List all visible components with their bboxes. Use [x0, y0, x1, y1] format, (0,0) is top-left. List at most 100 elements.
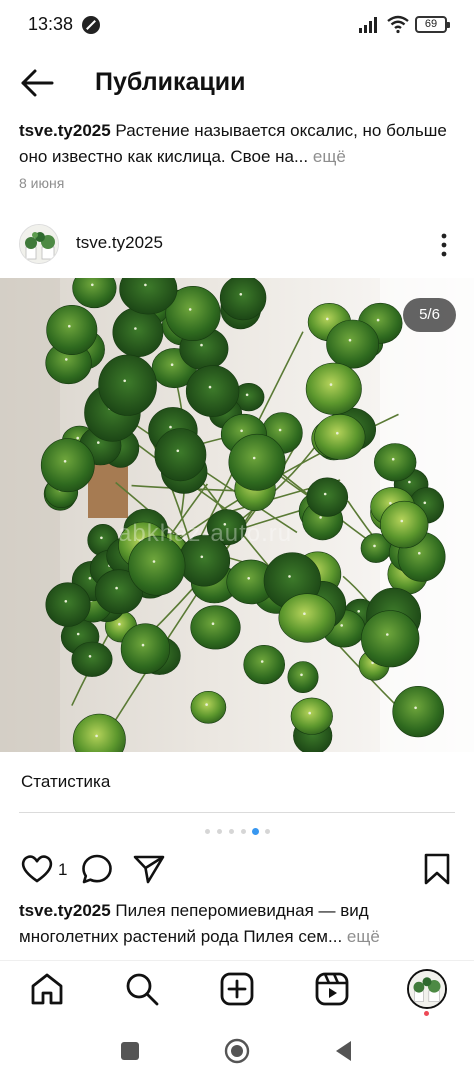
- leaf-spot: [288, 575, 291, 578]
- leaf-spot: [300, 673, 303, 677]
- post-actions: 1: [0, 850, 474, 890]
- watermark: abkhaz-auto.ru: [118, 520, 293, 547]
- leaf-spot: [144, 283, 147, 287]
- leaf-spot: [245, 393, 249, 397]
- back-triangle-icon[interactable]: [331, 1038, 357, 1064]
- leaf-spot: [326, 317, 329, 321]
- leaf-spot: [88, 655, 92, 658]
- leaf-spot: [260, 660, 264, 663]
- leaf-spot: [188, 308, 192, 311]
- leaf-spot: [118, 622, 121, 626]
- post-caption: tsve.ty2025 Пилея пеперомиевидная — вид …: [19, 898, 455, 950]
- avatar[interactable]: [19, 224, 59, 264]
- leaf-spot: [208, 385, 212, 389]
- carousel-indicator: [0, 828, 474, 836]
- leaf: [98, 354, 157, 416]
- leaf: [112, 307, 164, 358]
- leaf: [190, 605, 241, 650]
- leaf: [326, 319, 380, 369]
- carousel-dot: [251, 828, 259, 835]
- leaf-spot: [389, 501, 392, 505]
- battery-icon: 69: [415, 16, 450, 33]
- leaf-spot: [68, 324, 71, 328]
- leaf-spot: [176, 449, 180, 453]
- leaf-spot: [336, 431, 339, 435]
- post-image[interactable]: [0, 278, 474, 752]
- leaf: [190, 690, 227, 724]
- like-count[interactable]: 1: [58, 860, 67, 880]
- home-icon[interactable]: [29, 971, 65, 1007]
- leaf-spot: [247, 577, 250, 580]
- leaf-spot: [319, 516, 322, 519]
- leaf-spot: [200, 555, 204, 559]
- three-dots-vertical-icon[interactable]: [432, 232, 456, 258]
- leaf: [46, 304, 98, 356]
- leaf-spot: [169, 425, 172, 429]
- plus-square-icon[interactable]: [219, 971, 255, 1007]
- leaf-spot: [170, 363, 174, 366]
- wifi-icon: [387, 15, 409, 34]
- leaf-spot: [211, 622, 215, 625]
- more-link[interactable]: ещё: [313, 147, 346, 166]
- leaf-spot: [100, 536, 103, 540]
- search-icon[interactable]: [124, 971, 160, 1007]
- leaf-spot: [134, 327, 137, 330]
- leaf-spot: [88, 576, 92, 580]
- leaf: [290, 697, 333, 735]
- arrow-left-icon[interactable]: [18, 66, 58, 100]
- leaf: [305, 362, 362, 415]
- leaf: [71, 641, 113, 677]
- comment-bubble-icon[interactable]: [80, 852, 114, 886]
- paper-plane-icon[interactable]: [132, 852, 166, 886]
- leaf-spot: [123, 379, 126, 383]
- home-circle-icon[interactable]: [224, 1038, 250, 1064]
- leaf-spot: [391, 457, 395, 461]
- leaf-spot: [308, 711, 312, 715]
- system-navigation: [0, 1020, 474, 1080]
- leaf-spot: [357, 610, 361, 613]
- leaf: [185, 365, 240, 417]
- leaf-spot: [386, 633, 389, 636]
- leaf-spot: [97, 441, 100, 444]
- caption-username[interactable]: tsve.ty2025: [19, 901, 111, 920]
- leaf-spot: [152, 560, 156, 563]
- bookmark-icon[interactable]: [420, 852, 454, 886]
- page-title: Публикации: [95, 68, 246, 96]
- leaf-spot: [65, 358, 68, 361]
- app-header: Публикации: [0, 58, 474, 108]
- leaf: [219, 278, 267, 321]
- leaf-spot: [400, 519, 404, 523]
- caption-username[interactable]: tsve.ty2025: [19, 121, 111, 140]
- more-link[interactable]: ещё: [347, 927, 380, 946]
- post-date: 8 июня: [19, 175, 65, 191]
- leaf: [278, 593, 337, 643]
- leaf-spot: [408, 480, 411, 484]
- leaf: [361, 610, 420, 668]
- carousel-dot: [264, 829, 270, 834]
- recents-icon[interactable]: [117, 1038, 143, 1064]
- notification-dot: [424, 1011, 429, 1016]
- leaf: [40, 438, 95, 493]
- reels-icon[interactable]: [314, 971, 350, 1007]
- post-header: tsve.ty2025: [0, 222, 474, 268]
- profile-avatar[interactable]: [407, 969, 447, 1009]
- leaf: [154, 428, 207, 482]
- leaf-spot: [239, 293, 243, 296]
- carousel-dot: [240, 829, 246, 834]
- leaf: [287, 661, 319, 694]
- leaf-spot: [64, 600, 68, 603]
- leaf: [243, 645, 286, 685]
- leaf-spot: [252, 456, 256, 460]
- post-username[interactable]: tsve.ty2025: [76, 233, 163, 253]
- do-not-disturb-icon: [82, 16, 100, 34]
- leaf-spot: [323, 492, 327, 496]
- leaf-spot: [141, 643, 145, 647]
- plant-illustration: [0, 278, 474, 752]
- leaf-spot: [303, 612, 306, 615]
- leaf: [120, 623, 170, 675]
- statistics-link[interactable]: Статистика: [21, 772, 110, 792]
- leaf-spot: [205, 703, 208, 706]
- bottom-navigation: [0, 960, 474, 1020]
- heart-icon[interactable]: [20, 852, 54, 886]
- leaf-spot: [376, 318, 380, 322]
